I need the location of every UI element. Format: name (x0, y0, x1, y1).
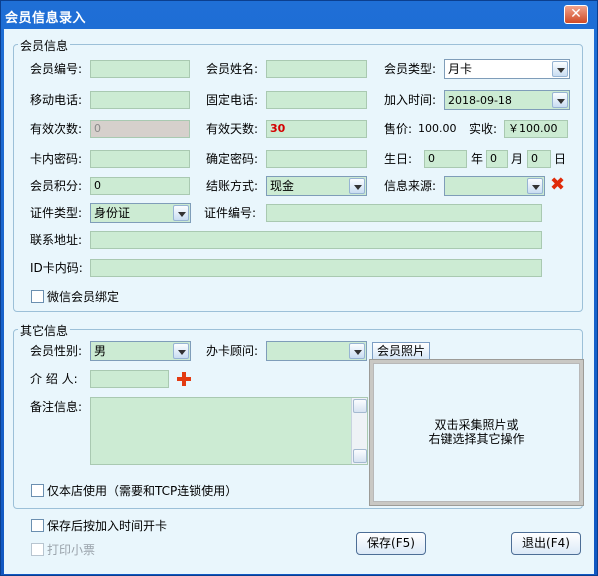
payment-label: 结账方式: (206, 179, 259, 193)
tab-member-photo[interactable]: 会员照片 (372, 342, 431, 359)
scroll-up-icon[interactable] (353, 399, 367, 413)
valid-count-label: 有效次数: (30, 122, 83, 136)
mobile-input[interactable] (90, 91, 190, 109)
other-info-group-title: 其它信息 (18, 322, 71, 339)
open-card-checkbox[interactable] (31, 519, 44, 532)
join-time-value: 2018-09-18 (448, 94, 512, 107)
chevron-down-icon[interactable] (349, 178, 365, 194)
points-input[interactable]: 0 (90, 177, 190, 195)
gender-label: 会员性别: (30, 344, 83, 358)
remark-textarea[interactable] (90, 397, 368, 465)
member-type-select[interactable]: 月卡 (444, 59, 570, 79)
store-only-label: 仅本店使用（需要和TCP连锁使用） (47, 484, 238, 498)
payment-select[interactable]: 现金 (266, 176, 367, 196)
member-name-label: 会员姓名: (206, 62, 259, 76)
birthday-label: 生日: (384, 152, 413, 166)
card-password-label: 卡内密码: (30, 152, 83, 166)
points-label: 会员积分: (30, 179, 83, 193)
store-only-checkbox[interactable] (31, 484, 44, 497)
photo-hint-line1: 双击采集照片或 (434, 418, 519, 432)
paid-input[interactable]: ￥100.00 (504, 120, 568, 138)
valid-count-input: 0 (90, 120, 190, 138)
exit-button[interactable]: 退出(F4) (511, 532, 581, 555)
phone-input[interactable] (266, 91, 367, 109)
id-type-label: 证件类型: (30, 206, 83, 220)
id-no-input[interactable] (266, 204, 542, 222)
address-input[interactable] (90, 231, 542, 249)
referrer-label: 介 绍 人: (30, 372, 78, 386)
window-title: 会员信息录入 (5, 11, 87, 26)
chevron-down-icon[interactable] (527, 178, 543, 194)
add-referrer-icon[interactable] (177, 372, 191, 386)
chevron-down-icon[interactable] (173, 205, 189, 221)
price-label: 售价: (384, 122, 413, 136)
phone-label: 固定电话: (206, 93, 259, 107)
referrer-input[interactable] (90, 370, 169, 388)
wechat-bind-label: 微信会员绑定 (47, 290, 120, 304)
source-label: 信息来源: (384, 179, 437, 193)
chevron-down-icon[interactable] (173, 343, 189, 359)
price-value: 100.00 (418, 122, 457, 135)
gender-select[interactable]: 男 (90, 341, 191, 361)
birth-month-input[interactable]: 0 (486, 150, 508, 168)
advisor-select[interactable] (266, 341, 367, 361)
member-type-label: 会员类型: (384, 62, 437, 76)
clear-source-icon[interactable]: ✖ (550, 176, 565, 194)
advisor-label: 办卡顾问: (206, 344, 259, 358)
close-button[interactable]: ✕ (564, 5, 588, 24)
member-info-group-title: 会员信息 (18, 37, 71, 54)
remark-scrollbar[interactable] (351, 398, 367, 464)
member-type-value: 月卡 (448, 62, 473, 76)
print-ticket-checkbox (31, 543, 44, 556)
remark-label: 备注信息: (30, 400, 83, 414)
chevron-down-icon[interactable] (552, 61, 568, 77)
gender-value: 男 (94, 344, 107, 358)
wechat-bind-checkbox[interactable] (31, 290, 44, 303)
member-entry-window: 会员信息录入 ✕ 会员信息 会员编号: 会员姓名: 会员类型: 月卡 移动电话:… (0, 0, 598, 576)
id-no-label: 证件编号: (204, 206, 257, 220)
paid-label: 实收: (469, 122, 498, 136)
scroll-down-icon[interactable] (353, 449, 367, 463)
year-unit-label: 年 (471, 152, 484, 166)
open-card-label: 保存后按加入时间开卡 (47, 519, 168, 533)
source-select[interactable] (444, 176, 545, 196)
id-type-value: 身份证 (94, 206, 131, 220)
chevron-down-icon[interactable] (349, 343, 365, 359)
dialog-client-area: 会员信息 会员编号: 会员姓名: 会员类型: 月卡 移动电话: 固定电话: 加入… (4, 29, 594, 574)
chevron-down-icon[interactable] (552, 92, 568, 108)
print-ticket-label: 打印小票 (47, 543, 96, 557)
birth-year-input[interactable]: 0 (424, 150, 467, 168)
idcard-code-input[interactable] (90, 259, 542, 277)
valid-days-input[interactable]: 30 (266, 120, 367, 138)
confirm-password-input[interactable] (266, 150, 367, 168)
mobile-label: 移动电话: (30, 93, 83, 107)
address-label: 联系地址: (30, 233, 83, 247)
idcard-code-label: ID卡内码: (30, 261, 83, 275)
join-time-picker[interactable]: 2018-09-18 (444, 90, 570, 110)
member-photo-panel[interactable]: 双击采集照片或 右键选择其它操作 (369, 359, 584, 506)
member-no-input[interactable] (90, 60, 190, 78)
photo-hint-line2: 右键选择其它操作 (428, 432, 525, 446)
confirm-password-label: 确定密码: (206, 152, 259, 166)
save-button[interactable]: 保存(F5) (356, 532, 426, 555)
card-password-input[interactable] (90, 150, 190, 168)
join-time-label: 加入时间: (384, 93, 437, 107)
id-type-select[interactable]: 身份证 (90, 203, 191, 223)
photo-drop-area[interactable]: 双击采集照片或 右键选择其它操作 (373, 363, 580, 502)
close-icon: ✕ (570, 6, 582, 22)
member-name-input[interactable] (266, 60, 367, 78)
member-no-label: 会员编号: (30, 62, 83, 76)
month-unit-label: 月 (511, 152, 524, 166)
payment-value: 现金 (270, 179, 295, 193)
birth-day-input[interactable]: 0 (527, 150, 551, 168)
valid-days-label: 有效天数: (206, 122, 259, 136)
day-unit-label: 日 (554, 152, 567, 166)
